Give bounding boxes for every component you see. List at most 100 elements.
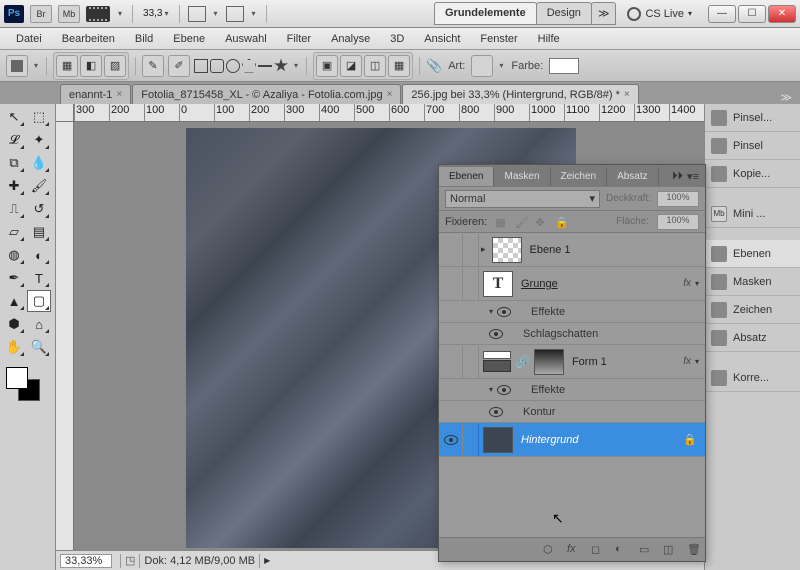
status-arrow-icon[interactable]: ▶	[264, 556, 270, 565]
eye-icon[interactable]	[489, 329, 503, 339]
eye-icon[interactable]	[497, 385, 511, 395]
rounded-rect-icon[interactable]	[210, 59, 224, 73]
panel-shortcut[interactable]: Absatz	[705, 324, 800, 352]
eye-icon[interactable]	[497, 307, 511, 317]
hand-tool[interactable]: ✋	[2, 336, 26, 358]
tool-preset-dd[interactable]	[32, 61, 40, 70]
line-icon[interactable]	[258, 65, 272, 67]
rect-icon[interactable]	[194, 59, 208, 73]
layer-thumbnail[interactable]	[483, 351, 511, 372]
new-layer-icon[interactable]: ◫	[663, 543, 677, 557]
shape-dd[interactable]	[292, 61, 300, 70]
workspace-more[interactable]: ≫	[591, 2, 617, 25]
layers-panel[interactable]: Ebenen Masken Zeichen Absatz ⏵⏵▾≡ Normal…	[438, 164, 706, 562]
panel-shortcut[interactable]: Masken	[705, 268, 800, 296]
link-styles-icon[interactable]: 📎	[426, 58, 442, 74]
menu-auswahl[interactable]: Auswahl	[215, 30, 277, 48]
paths-icon[interactable]: ◧	[80, 55, 102, 77]
tab-zeichen[interactable]: Zeichen	[551, 167, 608, 186]
freeform-pen-icon[interactable]: ✐	[168, 55, 190, 77]
dodge-tool[interactable]: ◐	[27, 244, 51, 266]
arrange-icon[interactable]	[188, 6, 206, 22]
effects-row[interactable]: Effekte	[439, 301, 705, 323]
eyedropper-tool[interactable]: 💧	[27, 152, 51, 174]
brush-tool[interactable]: 🖌	[27, 175, 51, 197]
adjustment-icon[interactable]: ◐	[615, 543, 629, 557]
color-swatch[interactable]	[549, 58, 579, 74]
layer-row[interactable]: T Grunge fx▾	[439, 267, 705, 301]
menu-ebene[interactable]: Ebene	[163, 30, 215, 48]
close-icon[interactable]: ×	[116, 89, 122, 100]
layer-name[interactable]: Ebene 1	[526, 244, 705, 256]
visibility-toggle[interactable]	[439, 268, 463, 300]
link-layers-icon[interactable]: ⬡	[543, 543, 557, 557]
pen-icon[interactable]: ✎	[142, 55, 164, 77]
ruler-horizontal[interactable]: 3002001000100200300400500600700800900100…	[74, 104, 704, 122]
type-tool[interactable]: T	[27, 267, 51, 289]
visibility-toggle[interactable]	[439, 346, 463, 378]
menu-bearbeiten[interactable]: Bearbeiten	[52, 30, 125, 48]
zoom-dropdown[interactable]: 33,3	[141, 8, 170, 19]
fill-field[interactable]: 100%	[657, 214, 699, 230]
layer-name[interactable]: Hintergrund	[517, 434, 683, 446]
film-icon[interactable]	[86, 6, 110, 22]
doc-tab-1[interactable]: enannt-1×	[60, 84, 131, 104]
minimize-button[interactable]: —	[708, 5, 736, 23]
panel-collapse-icon[interactable]: ⏵⏵	[672, 170, 683, 183]
arrange-dd[interactable]	[212, 9, 220, 18]
style-dd[interactable]	[497, 61, 505, 70]
panel-shortcut[interactable]: Korre...	[705, 364, 800, 392]
blur-tool[interactable]: ◍	[2, 244, 26, 266]
vector-mask-thumbnail[interactable]	[534, 349, 564, 375]
layer-row[interactable]: ▸ Ebene 1	[439, 233, 705, 267]
panel-shortcut[interactable]: Pinsel...	[705, 104, 800, 132]
close-button[interactable]: ✕	[768, 5, 796, 23]
screen-mode-icon[interactable]	[226, 6, 244, 22]
layer-thumbnail[interactable]	[492, 237, 522, 263]
fx-icon[interactable]: fx	[567, 543, 581, 557]
panel-shortcut[interactable]: MbMini ...	[705, 200, 800, 228]
path-intersect-icon[interactable]: ◫	[364, 55, 386, 77]
polygon-icon[interactable]	[242, 59, 256, 73]
shape-tool[interactable]: ▢	[27, 290, 51, 312]
cs-live[interactable]: CS Live▾	[627, 7, 692, 21]
doc-tab-3[interactable]: 256.jpg bei 33,3% (Hintergrund, RGB/8#) …	[402, 84, 638, 104]
effect-row[interactable]: Kontur	[439, 401, 705, 423]
layer-row[interactable]: 🔗 Form 1 fx▾	[439, 345, 705, 379]
tab-masken[interactable]: Masken	[494, 167, 550, 186]
3d-tool[interactable]: ⬢	[2, 313, 26, 335]
layer-name[interactable]: Form 1	[568, 356, 683, 368]
panel-shortcut[interactable]: Zeichen	[705, 296, 800, 324]
layer-row[interactable]: Hintergrund 🔒	[439, 423, 705, 457]
healing-tool[interactable]: ✚	[2, 175, 26, 197]
ruler-origin[interactable]	[56, 104, 74, 122]
menu-3d[interactable]: 3D	[380, 30, 414, 48]
menu-ansicht[interactable]: Ansicht	[414, 30, 470, 48]
3d-camera-tool[interactable]: ⌂	[27, 313, 51, 335]
workspace-tab-design[interactable]: Design	[536, 2, 592, 25]
path-subtract-icon[interactable]: ◪	[340, 55, 362, 77]
gradient-tool[interactable]: ▤	[27, 221, 51, 243]
group-icon[interactable]: ▭	[639, 543, 653, 557]
stamp-tool[interactable]: ⎍	[2, 198, 26, 220]
delete-icon[interactable]: 🗑	[687, 543, 701, 557]
opacity-field[interactable]: 100%	[657, 191, 699, 207]
bridge-icon[interactable]: Br	[30, 5, 52, 23]
wand-tool[interactable]: ✦	[27, 129, 51, 151]
fx-badge[interactable]: fx	[683, 356, 695, 367]
zoom-field[interactable]: 33,33%	[60, 554, 112, 568]
menu-fenster[interactable]: Fenster	[470, 30, 527, 48]
film-dd-icon[interactable]	[116, 9, 124, 18]
lock-position-icon[interactable]: ✥	[535, 216, 547, 228]
eraser-tool[interactable]: ▱	[2, 221, 26, 243]
mask-icon[interactable]: ◻	[591, 543, 605, 557]
lock-pixels-icon[interactable]: 🖌	[515, 216, 527, 228]
doc-tabs-more[interactable]: ≫	[772, 91, 800, 104]
tab-absatz[interactable]: Absatz	[607, 167, 659, 186]
color-picker[interactable]	[2, 363, 50, 399]
lock-all-icon[interactable]: 🔒	[555, 216, 567, 228]
path-exclude-icon[interactable]: ▦	[388, 55, 410, 77]
zoom-tool[interactable]: 🔍	[27, 336, 51, 358]
effects-row[interactable]: Effekte	[439, 379, 705, 401]
visibility-toggle[interactable]	[439, 234, 463, 266]
